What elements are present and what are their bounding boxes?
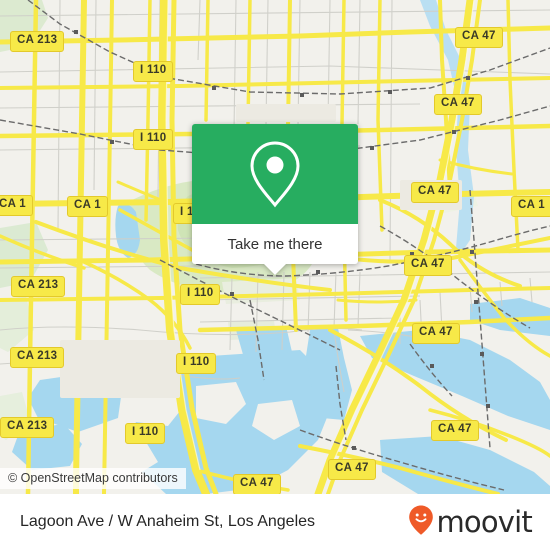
bottom-info-bar: Lagoon Ave / W Anaheim St, Los Angeles m… — [0, 494, 550, 550]
highway-shield: CA 47 — [404, 255, 452, 276]
moovit-brand[interactable]: moovit — [408, 504, 533, 541]
take-me-there-callout[interactable]: Take me there — [192, 124, 358, 275]
callout-pin-panel — [192, 124, 358, 224]
map-attribution[interactable]: © OpenStreetMap contributors — [0, 468, 186, 489]
callout-action-panel[interactable]: Take me there — [192, 224, 358, 275]
highway-shield: CA 47 — [411, 182, 459, 203]
map-canvas[interactable]: CA 213 I 110 CA 47 CA 47 I 110 CA 1 CA 1… — [0, 0, 550, 494]
highway-shield: CA 1 — [0, 195, 33, 216]
highway-shield: CA 47 — [328, 459, 376, 480]
highway-shield: CA 47 — [412, 323, 460, 344]
highway-shield: CA 213 — [10, 347, 65, 368]
highway-shield: I 110 — [133, 129, 174, 150]
callout-pointer-tail — [264, 264, 286, 275]
highway-shield: CA 213 — [10, 31, 65, 52]
highway-shield: I 110 — [125, 423, 166, 444]
moovit-map-screen: CA 213 I 110 CA 47 CA 47 I 110 CA 1 CA 1… — [0, 0, 550, 550]
highway-shield: CA 1 — [67, 196, 108, 217]
highway-shield: CA 1 — [511, 196, 550, 217]
highway-shield: CA 213 — [11, 276, 66, 297]
highway-shield: CA 47 — [434, 94, 482, 115]
highway-shield: CA 47 — [455, 27, 503, 48]
moovit-smiley-pin-icon — [408, 504, 434, 541]
moovit-wordmark: moovit — [436, 504, 532, 539]
highway-shield: I 110 — [133, 61, 174, 82]
location-pin-icon — [247, 139, 303, 209]
take-me-there-label: Take me there — [227, 235, 323, 253]
highway-shield: CA 47 — [431, 420, 479, 441]
place-name-label: Lagoon Ave / W Anaheim St, Los Angeles — [20, 513, 316, 530]
highway-shield: CA 213 — [0, 417, 55, 438]
highway-shield: CA 47 — [233, 474, 281, 494]
highway-shield: I 110 — [176, 353, 217, 374]
highway-shield: I 110 — [180, 284, 221, 305]
